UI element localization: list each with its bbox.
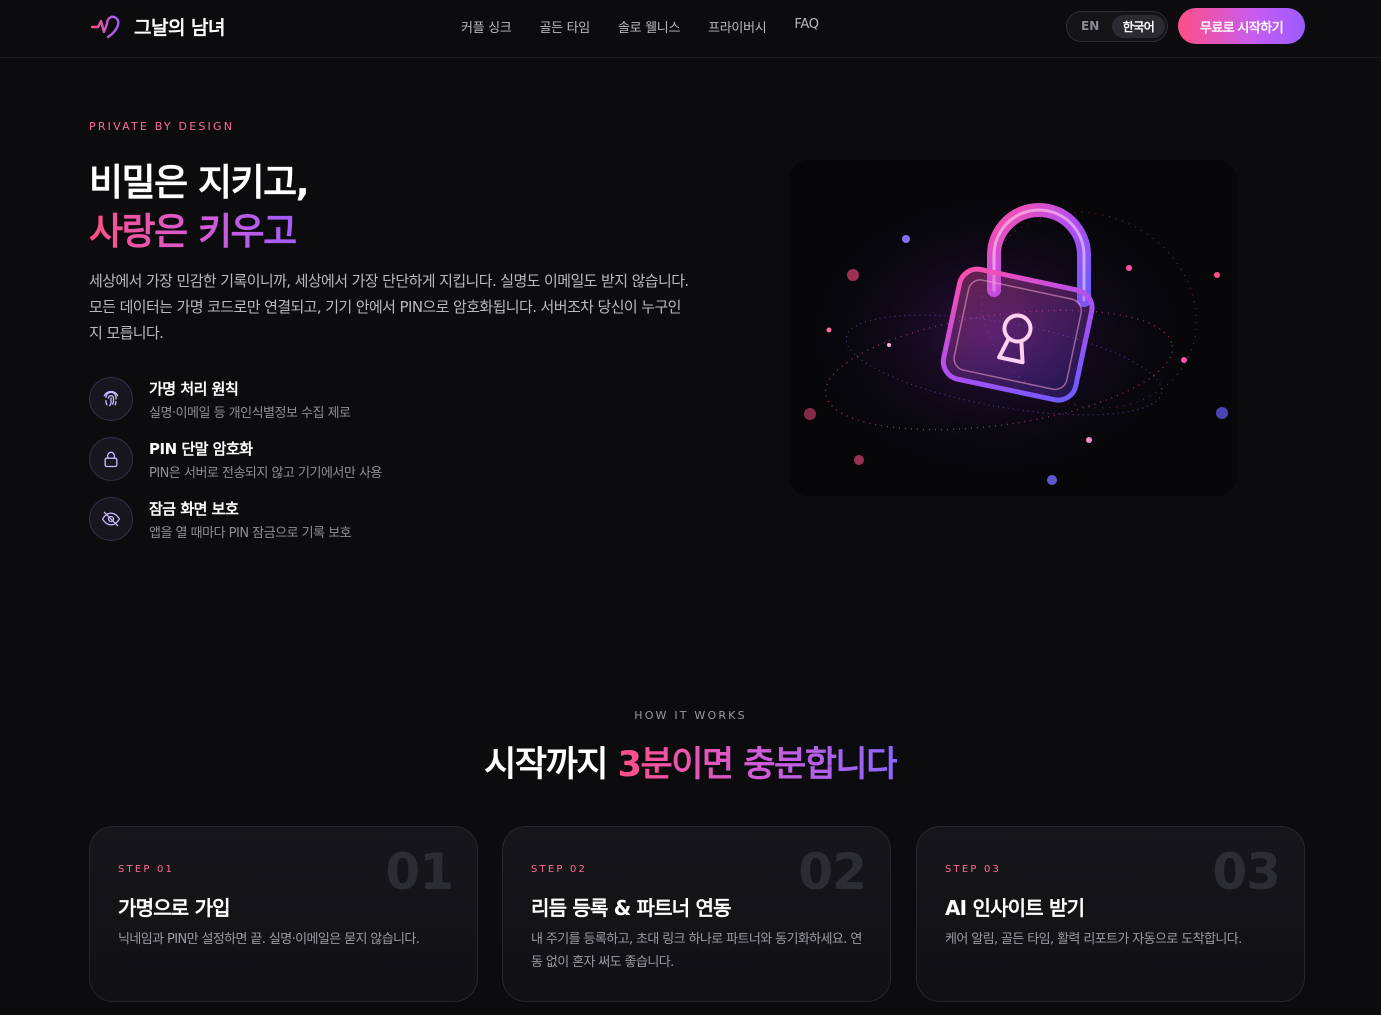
hero-title-line1: 비밀은 지키고,	[89, 161, 310, 204]
lang-ko-option[interactable]: 한국어	[1112, 15, 1165, 38]
site-header: 그날의 남녀 커플 싱크 골든 타임 솔로 웰니스 프라이버시 FAQ EN 한…	[0, 0, 1381, 58]
step-number: 03	[1212, 843, 1281, 901]
main-nav: 커플 싱크 골든 타임 솔로 웰니스 프라이버시 FAQ	[461, 17, 819, 36]
feature-subtitle: 앱을 열 때마다 PIN 잠금으로 기록 보호	[149, 526, 352, 541]
step-number: 02	[798, 843, 867, 901]
title-highlight: 3분이면 충분합니다	[617, 745, 899, 785]
step-label: STEP 02	[531, 864, 588, 875]
heart-pulse-logo-icon	[90, 15, 120, 39]
feature-subtitle: 실명·이메일 등 개인식별정보 수집 제로	[149, 406, 351, 421]
how-it-works-eyebrow: HOW IT WORKS	[634, 709, 747, 722]
lock-icon	[89, 437, 133, 481]
fingerprint-icon	[89, 377, 133, 421]
hero-eyebrow: PRIVATE BY DESIGN	[89, 120, 235, 133]
nav-golden-time[interactable]: 골든 타임	[539, 17, 590, 36]
lang-en-option[interactable]: EN	[1081, 19, 1099, 33]
step-label: STEP 03	[945, 864, 1002, 875]
nav-couple-sync[interactable]: 커플 싱크	[461, 17, 512, 36]
how-it-works-title: 시작까지 3분이면 충분합니다	[0, 736, 1381, 787]
hero-padlock-image	[789, 160, 1237, 496]
step-number: 01	[385, 843, 454, 901]
feature-pin-encryption: PIN 단말 암호화 PIN은 서버로 전송되지 않고 기기에서만 사용	[89, 435, 509, 485]
hero-description: 세상에서 가장 민감한 기록이니까, 세상에서 가장 단단하게 지킵니다. 실명…	[89, 272, 689, 342]
step-card-2: STEP 02 02 리듬 등록 & 파트너 연동 내 주기를 등록하고, 초대…	[502, 826, 891, 1002]
logo[interactable]: 그날의 남녀	[90, 12, 226, 40]
step-description: 케어 알림, 골든 타임, 활력 리포트가 자동으로 도착합니다.	[945, 932, 1242, 947]
nav-solo-wellness[interactable]: 솔로 웰니스	[618, 17, 680, 36]
language-toggle: EN 한국어	[1066, 11, 1168, 42]
nav-faq[interactable]: FAQ	[794, 17, 819, 36]
feature-title: 잠금 화면 보호	[149, 500, 239, 518]
title-plain: 시작까지	[484, 745, 618, 785]
hero-title-line2: 사랑은 키우고	[89, 201, 297, 255]
feature-lock-screen: 잠금 화면 보호 앱을 열 때마다 PIN 잠금으로 기록 보호	[89, 495, 509, 545]
step-card-1: STEP 01 01 가명으로 가입 닉네임과 PIN만 설정하면 끝. 실명·…	[89, 826, 478, 1002]
neon-padlock-icon	[789, 160, 1237, 496]
feature-pseudonym: 가명 처리 원칙 실명·이메일 등 개인식별정보 수집 제로	[89, 375, 509, 425]
nav-privacy[interactable]: 프라이버시	[708, 17, 767, 36]
step-label: STEP 01	[118, 864, 175, 875]
step-description: 내 주기를 등록하고, 초대 링크 하나로 파트너와 동기화하세요. 연동 없이…	[531, 932, 862, 970]
step-title: 가명으로 가입	[118, 896, 231, 920]
feature-title: PIN 단말 암호화	[149, 440, 253, 458]
eye-off-icon	[89, 497, 133, 541]
feature-title: 가명 처리 원칙	[149, 380, 239, 398]
step-title: AI 인사이트 받기	[945, 896, 1085, 920]
step-description: 닉네임과 PIN만 설정하면 끝. 실명·이메일은 묻지 않습니다.	[118, 932, 420, 947]
start-free-button[interactable]: 무료로 시작하기	[1178, 8, 1305, 44]
step-card-3: STEP 03 03 AI 인사이트 받기 케어 알림, 골든 타임, 활력 리…	[916, 826, 1305, 1002]
logo-text: 그날의 남녀	[134, 16, 226, 39]
feature-subtitle: PIN은 서버로 전송되지 않고 기기에서만 사용	[149, 466, 382, 481]
step-title: 리듬 등록 & 파트너 연동	[531, 896, 732, 920]
